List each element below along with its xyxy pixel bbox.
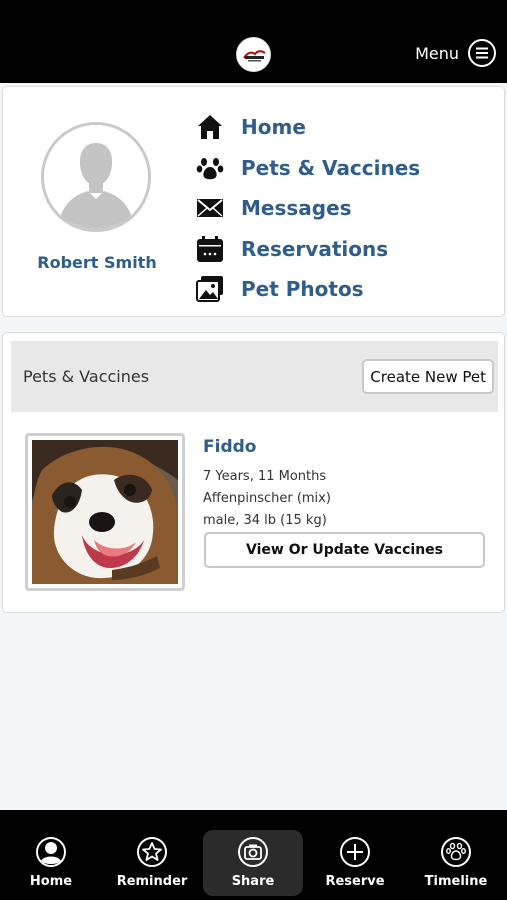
nav-label-home: Home: [241, 115, 306, 140]
user-name[interactable]: Robert Smith: [21, 253, 173, 272]
menu-label: Menu: [415, 43, 459, 63]
pet-age: 7 Years, 11 Months: [203, 469, 327, 484]
tab-label-share: Share: [231, 874, 275, 889]
envelope-icon: [195, 193, 225, 223]
nav-item-messages[interactable]: Messages: [195, 188, 420, 229]
pet-breed: Affenpinscher (mix): [203, 491, 331, 506]
photos-icon: [195, 274, 225, 304]
app-header: Menu: [0, 0, 507, 83]
nav-item-home[interactable]: Home: [195, 107, 420, 148]
nav-label-pet-photos: Pet Photos: [241, 277, 364, 302]
camera-icon: [238, 837, 268, 867]
brand-logo[interactable]: [236, 37, 271, 72]
plus-circle-icon: [340, 837, 370, 867]
menu-button[interactable]: Menu: [415, 38, 497, 68]
nav-item-pets-vaccines[interactable]: Pets & Vaccines: [195, 148, 420, 189]
create-new-pet-button[interactable]: Create New Pet: [362, 359, 494, 394]
bottom-nav: Home Reminder Share Reserve Timeline: [0, 810, 507, 900]
tab-label-home: Home: [29, 874, 73, 889]
tab-reminder[interactable]: Reminder: [102, 828, 202, 896]
nav-label-pets-vaccines: Pets & Vaccines: [241, 155, 421, 180]
tab-home[interactable]: Home: [1, 828, 101, 896]
nav-label-messages: Messages: [241, 196, 352, 221]
avatar[interactable]: [41, 122, 151, 232]
tab-label-reminder: Reminder: [116, 874, 188, 889]
nav-item-reservations[interactable]: Reservations: [195, 229, 420, 270]
nav-label-reservations: Reservations: [241, 236, 389, 261]
tab-reserve[interactable]: Reserve: [305, 828, 405, 896]
profile-card: Robert Smith Home Pets & Vaccines Messag…: [2, 86, 505, 317]
tab-label-reserve: Reserve: [325, 874, 385, 889]
pets-section-title: Pets & Vaccines: [23, 367, 150, 386]
pet-photo[interactable]: [25, 433, 185, 591]
pets-card: Pets & Vaccines Create New Pet Fiddo 7 Y…: [2, 332, 505, 613]
avatar-placeholder-icon: [44, 125, 148, 229]
pets-section-header: Pets & Vaccines Create New Pet: [11, 341, 498, 412]
calendar-icon: [195, 234, 225, 264]
profile-nav: Home Pets & Vaccines Messages Reservatio…: [195, 107, 420, 310]
home-icon: [195, 112, 225, 142]
pet-details: male, 34 lb (15 kg): [203, 513, 327, 528]
hamburger-icon: [468, 39, 496, 67]
tab-label-timeline: Timeline: [424, 874, 488, 889]
view-update-vaccines-button[interactable]: View Or Update Vaccines: [204, 532, 485, 568]
paw-icon: [195, 153, 225, 183]
nav-item-pet-photos[interactable]: Pet Photos: [195, 269, 420, 310]
dog-photo-image: [32, 440, 178, 584]
tab-share[interactable]: Share: [203, 830, 303, 896]
paw-circle-icon: [441, 837, 471, 867]
user-circle-icon: [36, 837, 66, 867]
tab-timeline[interactable]: Timeline: [406, 828, 506, 896]
star-circle-icon: [137, 837, 167, 867]
pet-name[interactable]: Fiddo: [203, 437, 256, 457]
